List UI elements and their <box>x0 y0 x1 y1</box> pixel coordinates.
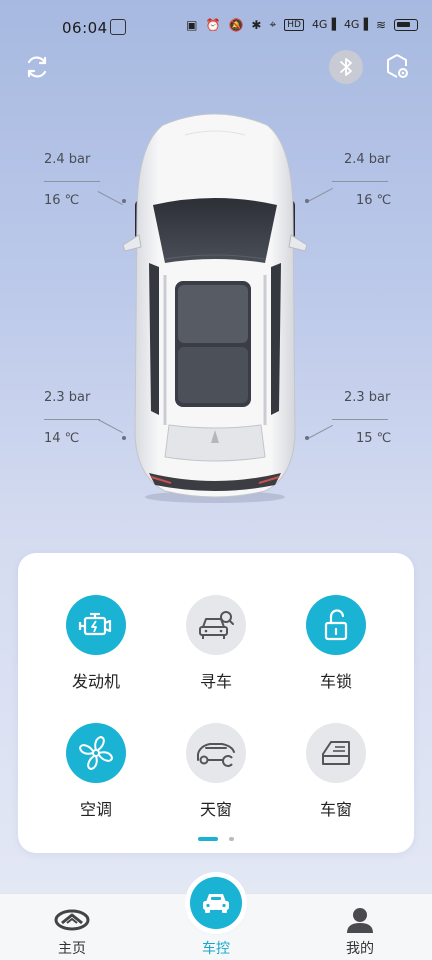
car-control-fab[interactable] <box>190 877 242 929</box>
tire-fl-pressure: 2.4 bar <box>44 152 91 167</box>
tire-rr-pressure: 2.3 bar <box>344 390 391 405</box>
hd-badge: HD <box>284 18 304 31</box>
car-top-view <box>115 105 315 503</box>
nav-mine-label: 我的 <box>346 941 374 957</box>
bluetooth-button[interactable] <box>329 50 363 84</box>
car-icon <box>203 894 229 913</box>
control-find-car[interactable]: 寻车 <box>161 595 271 692</box>
control-sunroof[interactable]: 天窗 <box>161 723 271 820</box>
window-icon <box>306 723 366 783</box>
alarm-icon: ⏰ <box>205 17 221 32</box>
tire-rr-leader <box>332 419 388 420</box>
control-window-label: 车窗 <box>319 800 352 819</box>
wifi-icon: ≋ <box>375 17 386 32</box>
unlock-icon <box>306 595 366 655</box>
control-engine[interactable]: 发动机 <box>41 595 151 692</box>
refresh-button[interactable] <box>20 50 54 84</box>
tire-fl-dot <box>122 199 126 203</box>
bluetooth-status-icon: ✱ <box>251 17 262 32</box>
find-car-icon <box>186 595 246 655</box>
mute-icon: 🔕 <box>228 17 244 32</box>
page-dot-active[interactable] <box>198 837 218 841</box>
home-brand-icon <box>54 909 90 931</box>
tire-rl-leader <box>44 419 100 420</box>
nav-control-label: 车控 <box>202 941 230 957</box>
control-ac-label: 空调 <box>79 800 112 819</box>
refresh-icon <box>27 56 47 78</box>
control-lock[interactable]: 车锁 <box>281 595 391 692</box>
tire-fl-leader <box>44 181 100 182</box>
control-sunroof-label: 天窗 <box>199 800 232 819</box>
bluetooth-icon <box>340 58 352 76</box>
tire-fl-temp: 16 ℃ <box>44 193 80 208</box>
car-settings-icon <box>387 54 408 78</box>
nfc-icon: ▣ <box>186 17 198 32</box>
fan-icon <box>66 723 126 783</box>
tire-fr-dot <box>305 199 309 203</box>
sunroof-icon <box>186 723 246 783</box>
nav-home-label: 主页 <box>58 941 86 957</box>
page-indicator <box>18 837 414 841</box>
location-icon: ⌖ <box>269 17 277 31</box>
engine-icon <box>66 595 126 655</box>
notification-icon <box>110 19 126 35</box>
tire-fr-temp: 16 ℃ <box>356 193 392 208</box>
control-lock-label: 车锁 <box>319 672 352 691</box>
page-dot[interactable] <box>229 837 234 841</box>
battery-icon <box>394 18 418 31</box>
car-settings-button[interactable] <box>380 50 414 84</box>
tire-fr-leader <box>332 181 388 182</box>
tire-fr-pressure: 2.4 bar <box>344 152 391 167</box>
status-bar: 06:04 ▣ ⏰ 🔕 ✱ ⌖ HD 4G▐ 4G▐ ≋ <box>0 0 432 56</box>
remote-control-card: 发动机 寻车 车锁 空调 天窗 车窗 <box>18 553 414 853</box>
tire-rl-temp: 14 ℃ <box>44 431 80 446</box>
control-ac[interactable]: 空调 <box>41 723 151 820</box>
tire-rr-dot <box>305 436 309 440</box>
tire-rl-dot <box>122 436 126 440</box>
control-engine-label: 发动机 <box>71 672 120 691</box>
tire-rl-pressure: 2.3 bar <box>44 390 91 405</box>
control-find-car-label: 寻车 <box>199 672 232 691</box>
status-icons: ▣ ⏰ 🔕 ✱ ⌖ HD 4G▐ 4G▐ ≋ <box>186 17 418 32</box>
signal-icon-2: 4G▐ <box>343 18 368 31</box>
tire-rr-temp: 15 ℃ <box>356 431 392 446</box>
signal-icon: 4G▐ <box>311 18 336 31</box>
control-window[interactable]: 车窗 <box>281 723 391 820</box>
status-time: 06:04 <box>62 19 108 37</box>
profile-icon <box>347 908 373 933</box>
